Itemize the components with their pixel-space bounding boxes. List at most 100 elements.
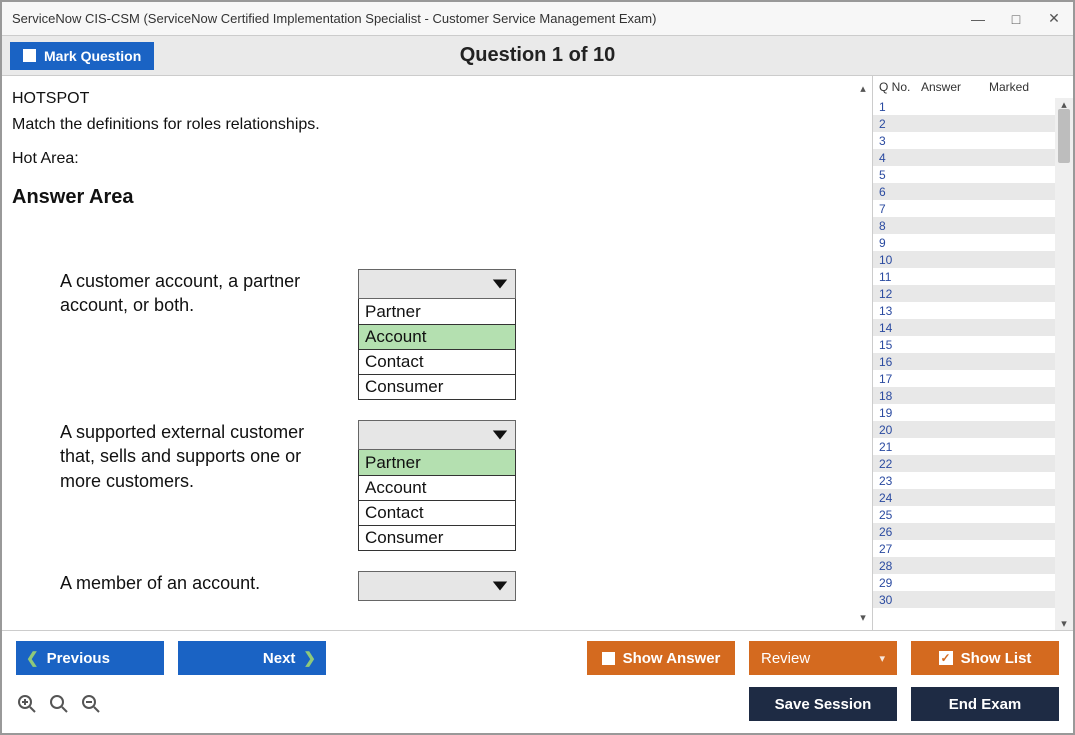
question-list-row[interactable]: 8 [873,217,1055,234]
question-number: 5 [879,168,921,182]
question-list-row[interactable]: 26 [873,523,1055,540]
dropdown-header[interactable] [358,571,516,601]
question-list-row[interactable]: 27 [873,540,1055,557]
show-answer-button[interactable]: Show Answer [587,641,735,675]
hotspot-label: HOTSPOT [12,90,862,108]
question-list-row[interactable]: 3 [873,132,1055,149]
chevron-down-icon: ▾ [879,652,885,665]
question-list-row[interactable]: 21 [873,438,1055,455]
question-number: 4 [879,151,921,165]
question-list-row[interactable]: 7 [873,200,1055,217]
question-list-row[interactable]: 22 [873,455,1055,472]
zoom-out-icon[interactable] [80,693,102,715]
question-number: 29 [879,576,921,590]
question-list-row[interactable]: 9 [873,234,1055,251]
question-number: 2 [879,117,921,131]
scroll-down-icon[interactable]: ▾ [860,611,866,624]
question-list-row[interactable]: 15 [873,336,1055,353]
question-number: 7 [879,202,921,216]
checkmark-icon: ✓ [939,651,953,665]
dropdown-option[interactable]: Contact [359,500,515,525]
question-number: 24 [879,491,921,505]
dropdown[interactable]: PartnerAccountContactConsumer [358,269,516,400]
question-number: 17 [879,372,921,386]
review-label: Review [761,650,810,667]
question-number: 14 [879,321,921,335]
question-list-row[interactable]: 23 [873,472,1055,489]
dropdown-option[interactable]: Consumer [359,374,515,399]
maximize-icon[interactable]: □ [1007,10,1025,28]
question-number: 28 [879,559,921,573]
minimize-icon[interactable]: — [969,10,987,28]
question-list-row[interactable]: 11 [873,268,1055,285]
dropdown-option[interactable]: Partner [359,450,515,475]
question-number: 12 [879,287,921,301]
question-list-row[interactable]: 19 [873,404,1055,421]
question-list-row[interactable]: 4 [873,149,1055,166]
titlebar: ServiceNow CIS-CSM (ServiceNow Certified… [2,2,1073,36]
question-list-row[interactable]: 10 [873,251,1055,268]
close-icon[interactable]: ✕ [1045,10,1063,28]
zoom-icon[interactable] [48,693,70,715]
sidebar-scrollbar[interactable]: ▴ ▾ [1055,98,1073,630]
previous-label: Previous [47,650,110,667]
checkbox-icon [23,49,36,62]
dropdown[interactable]: PartnerAccountContactConsumer [358,420,516,551]
question-list-row[interactable]: 2 [873,115,1055,132]
dropdown-option[interactable]: Partner [359,299,515,324]
question-list-row[interactable]: 24 [873,489,1055,506]
chevron-left-icon: ❮ [26,649,39,667]
dropdown-option[interactable]: Contact [359,349,515,374]
question-list-row[interactable]: 5 [873,166,1055,183]
end-exam-button[interactable]: End Exam [911,687,1059,721]
question-prompt: Match the definitions for roles relation… [12,116,862,134]
dropdown-option[interactable]: Account [359,324,515,349]
review-dropdown[interactable]: Review ▾ [749,641,897,675]
dropdown-header[interactable] [358,269,516,299]
question-number: 13 [879,304,921,318]
content-scrollbar[interactable]: ▴ ▾ [854,82,872,624]
show-list-button[interactable]: ✓ Show List [911,641,1059,675]
scroll-up-icon[interactable]: ▴ [860,82,866,95]
hot-area-label: Hot Area: [12,150,862,168]
match-row: A customer account, a partner account, o… [60,269,862,400]
question-list-row[interactable]: 29 [873,574,1055,591]
question-list-row[interactable]: 12 [873,285,1055,302]
dropdown-header[interactable] [358,420,516,450]
question-list-row[interactable]: 18 [873,387,1055,404]
question-number: 15 [879,338,921,352]
question-title: Question 1 of 10 [460,44,616,67]
next-button[interactable]: Next ❯ [178,641,326,675]
question-list-sidebar: Q No. Answer Marked 12345678910111213141… [873,76,1073,630]
previous-button[interactable]: ❮ Previous [16,641,164,675]
definition-text: A supported external customer that, sell… [60,420,340,551]
question-list-row[interactable]: 6 [873,183,1055,200]
question-list-row[interactable]: 25 [873,506,1055,523]
end-exam-label: End Exam [949,696,1022,713]
question-number: 10 [879,253,921,267]
question-list-row[interactable]: 14 [873,319,1055,336]
col-qno: Q No. [879,80,921,94]
question-number: 19 [879,406,921,420]
dropdown[interactable] [358,571,516,601]
question-number: 16 [879,355,921,369]
question-list-row[interactable]: 20 [873,421,1055,438]
question-list-row[interactable]: 30 [873,591,1055,608]
question-list-row[interactable]: 1 [873,98,1055,115]
question-number: 23 [879,474,921,488]
chevron-right-icon: ❯ [303,649,316,667]
question-list-row[interactable]: 17 [873,370,1055,387]
question-number: 11 [879,270,921,284]
question-list-row[interactable]: 16 [873,353,1055,370]
scrollbar-thumb[interactable] [1058,109,1070,163]
dropdown-option[interactable]: Account [359,475,515,500]
question-list-row[interactable]: 13 [873,302,1055,319]
dropdown-option[interactable]: Consumer [359,525,515,550]
question-list-row[interactable]: 28 [873,557,1055,574]
zoom-in-icon[interactable] [16,693,38,715]
scroll-down-icon[interactable]: ▾ [1061,617,1067,630]
mark-question-button[interactable]: Mark Question [10,42,154,70]
question-number: 27 [879,542,921,556]
question-number: 1 [879,100,921,114]
save-session-button[interactable]: Save Session [749,687,897,721]
